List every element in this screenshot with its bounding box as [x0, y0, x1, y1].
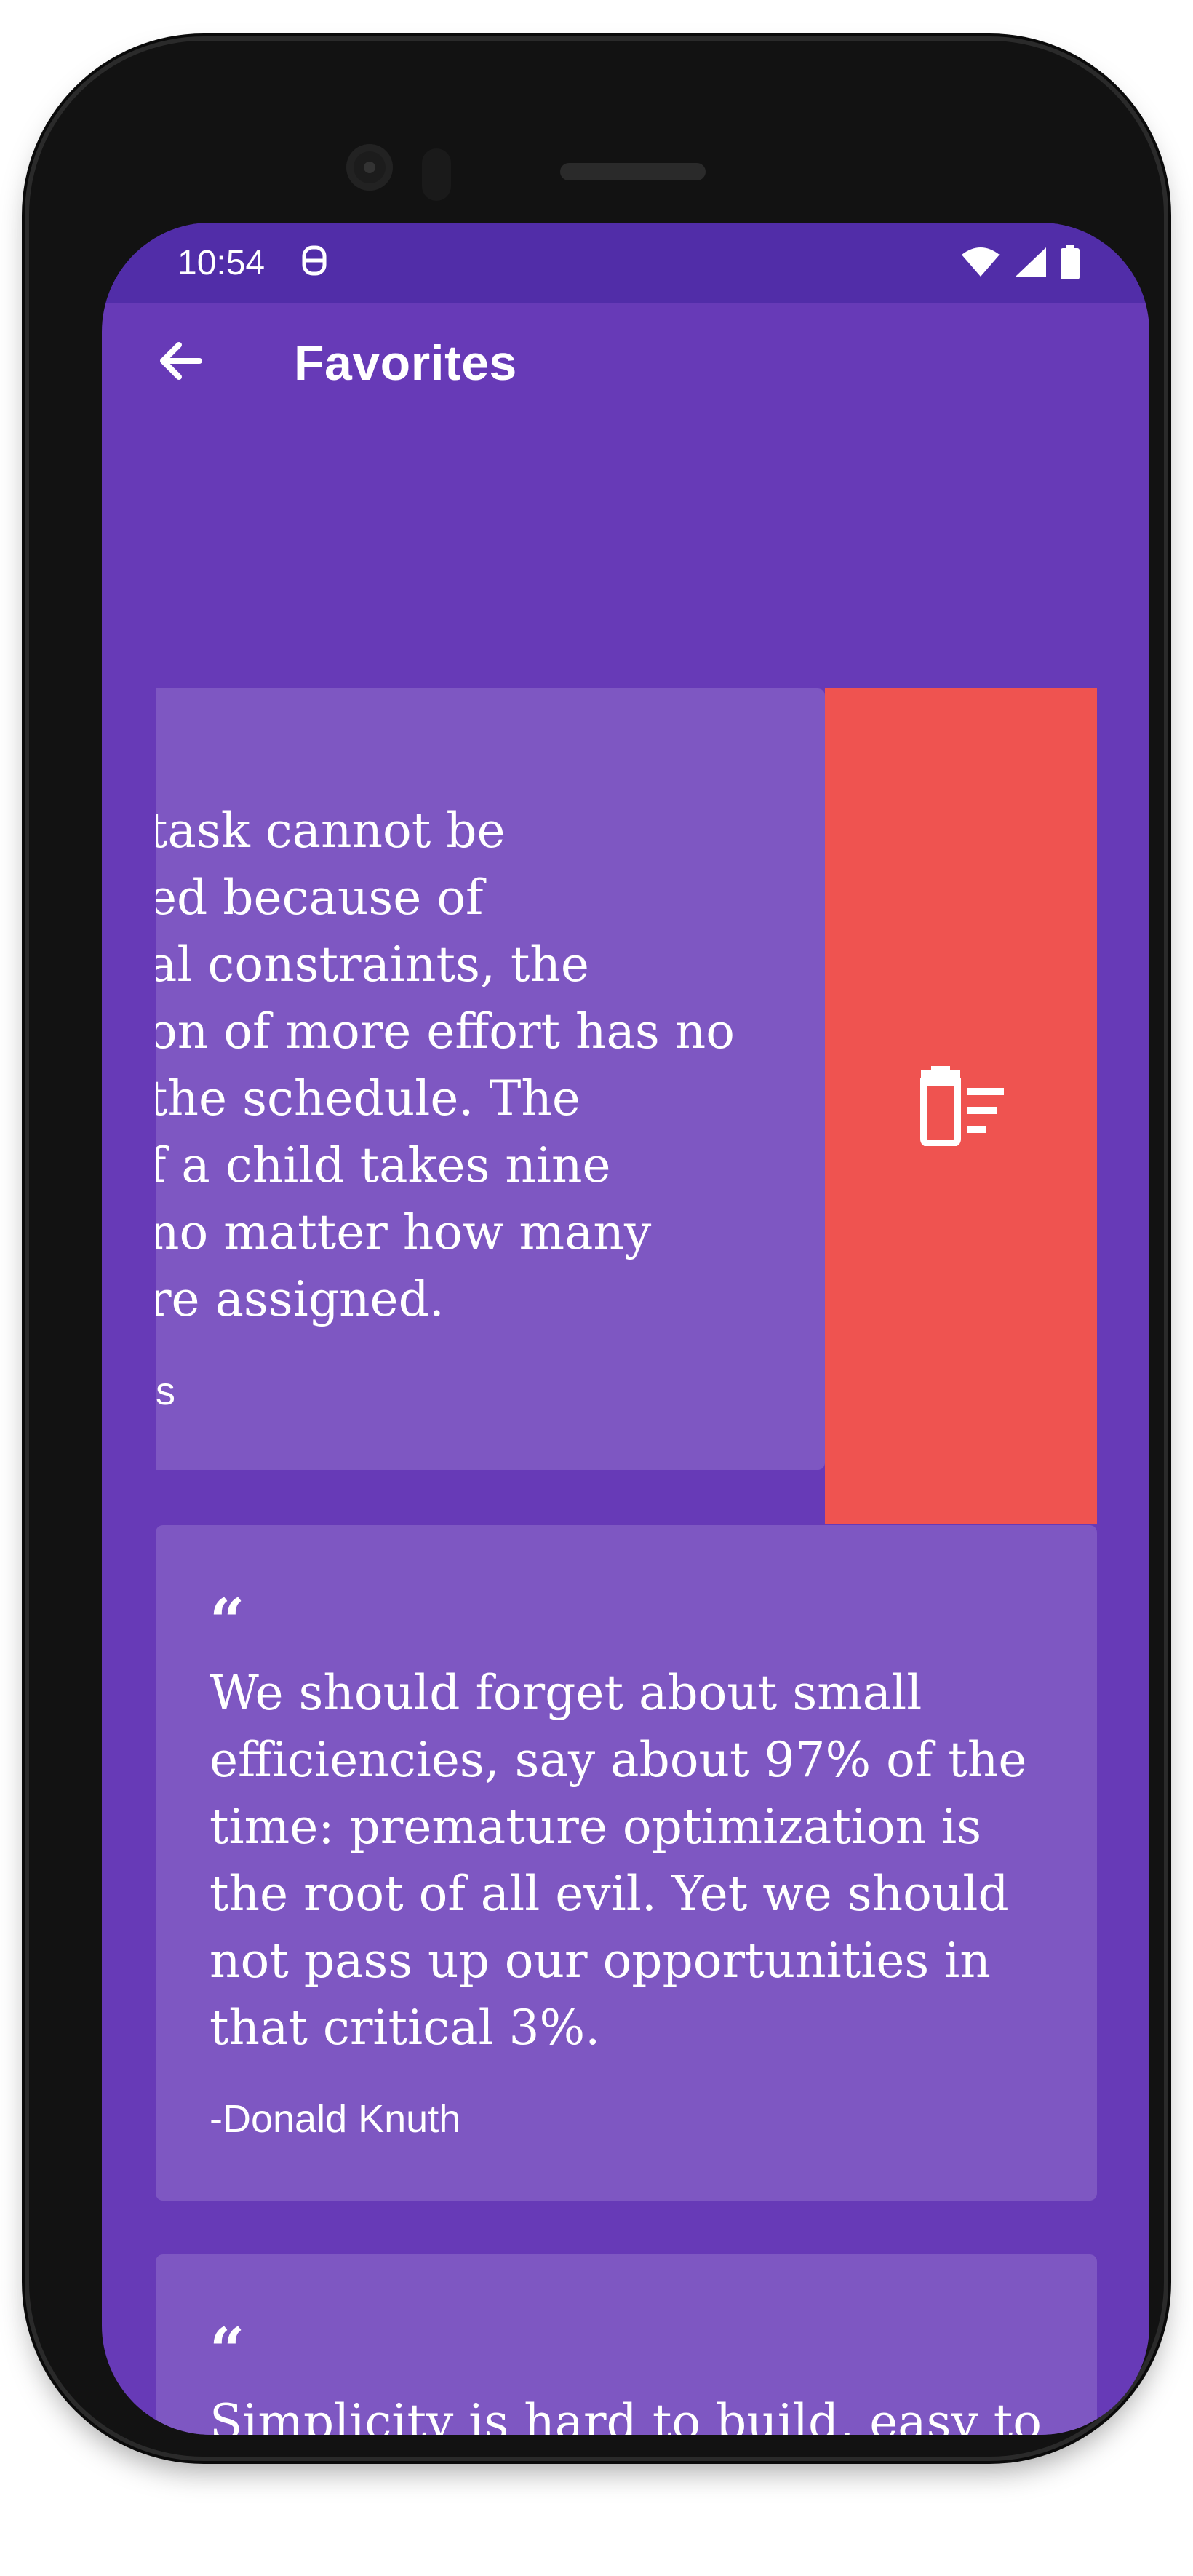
quote-line: on of more effort has no: [156, 1003, 735, 1060]
screen: 10:54 Favorites task cannot be ed becaus…: [102, 223, 1149, 2435]
swipe-to-delete-row[interactable]: task cannot be ed because of al constrai…: [156, 688, 1097, 1524]
quote-mark-icon: “: [210, 2314, 245, 2386]
quote-author: -Donald Knuth: [210, 2097, 461, 2141]
quote-line: no matter how many: [156, 1204, 652, 1260]
quote-line: task cannot be: [156, 803, 506, 859]
quote-text: Simplicity is hard to build, easy to use…: [210, 2394, 1042, 2435]
quote-card[interactable]: “ We should forget about small efficienc…: [156, 1525, 1097, 2201]
battery-icon: [1061, 245, 1080, 279]
quote-line: f a child takes nine: [156, 1137, 611, 1193]
quote-line: ed because of: [156, 870, 484, 926]
delete-sweep-icon[interactable]: [914, 1066, 1008, 1146]
status-bar: 10:54: [102, 223, 1149, 303]
favorites-list[interactable]: task cannot be ed because of al constrai…: [102, 419, 1149, 2435]
notification-face-icon: [302, 245, 327, 276]
quote-mark-icon: “: [210, 1585, 245, 1657]
quote-line: the schedule. The: [156, 1070, 580, 1126]
quote-line: al constraints, the: [156, 937, 589, 993]
app-bar: Favorites: [102, 303, 1149, 419]
quote-card[interactable]: task cannot be ed because of al constrai…: [156, 688, 825, 1470]
proximity-sensor: [422, 148, 451, 201]
earpiece-speaker: [560, 163, 706, 180]
quote-author: s: [156, 1370, 175, 1413]
phone-frame: 10:54 Favorites task cannot be ed becaus…: [29, 41, 1164, 2457]
quote-text: We should forget about small efficiencie…: [210, 1665, 1027, 2056]
page-title: Favorites: [294, 335, 517, 391]
wifi-icon: [962, 247, 1000, 277]
delete-background[interactable]: [825, 688, 1097, 1524]
front-camera: [346, 144, 393, 191]
quote-text: task cannot be ed because of al constrai…: [156, 798, 803, 1333]
status-time: 10:54: [177, 244, 266, 282]
cellular-signal-icon: [1016, 247, 1046, 277]
status-icons: [960, 245, 1080, 279]
quote-line: re assigned.: [156, 1271, 444, 1327]
quote-card[interactable]: “ Simplicity is hard to build, easy to u…: [156, 2254, 1097, 2435]
back-arrow-icon[interactable]: [151, 332, 210, 390]
